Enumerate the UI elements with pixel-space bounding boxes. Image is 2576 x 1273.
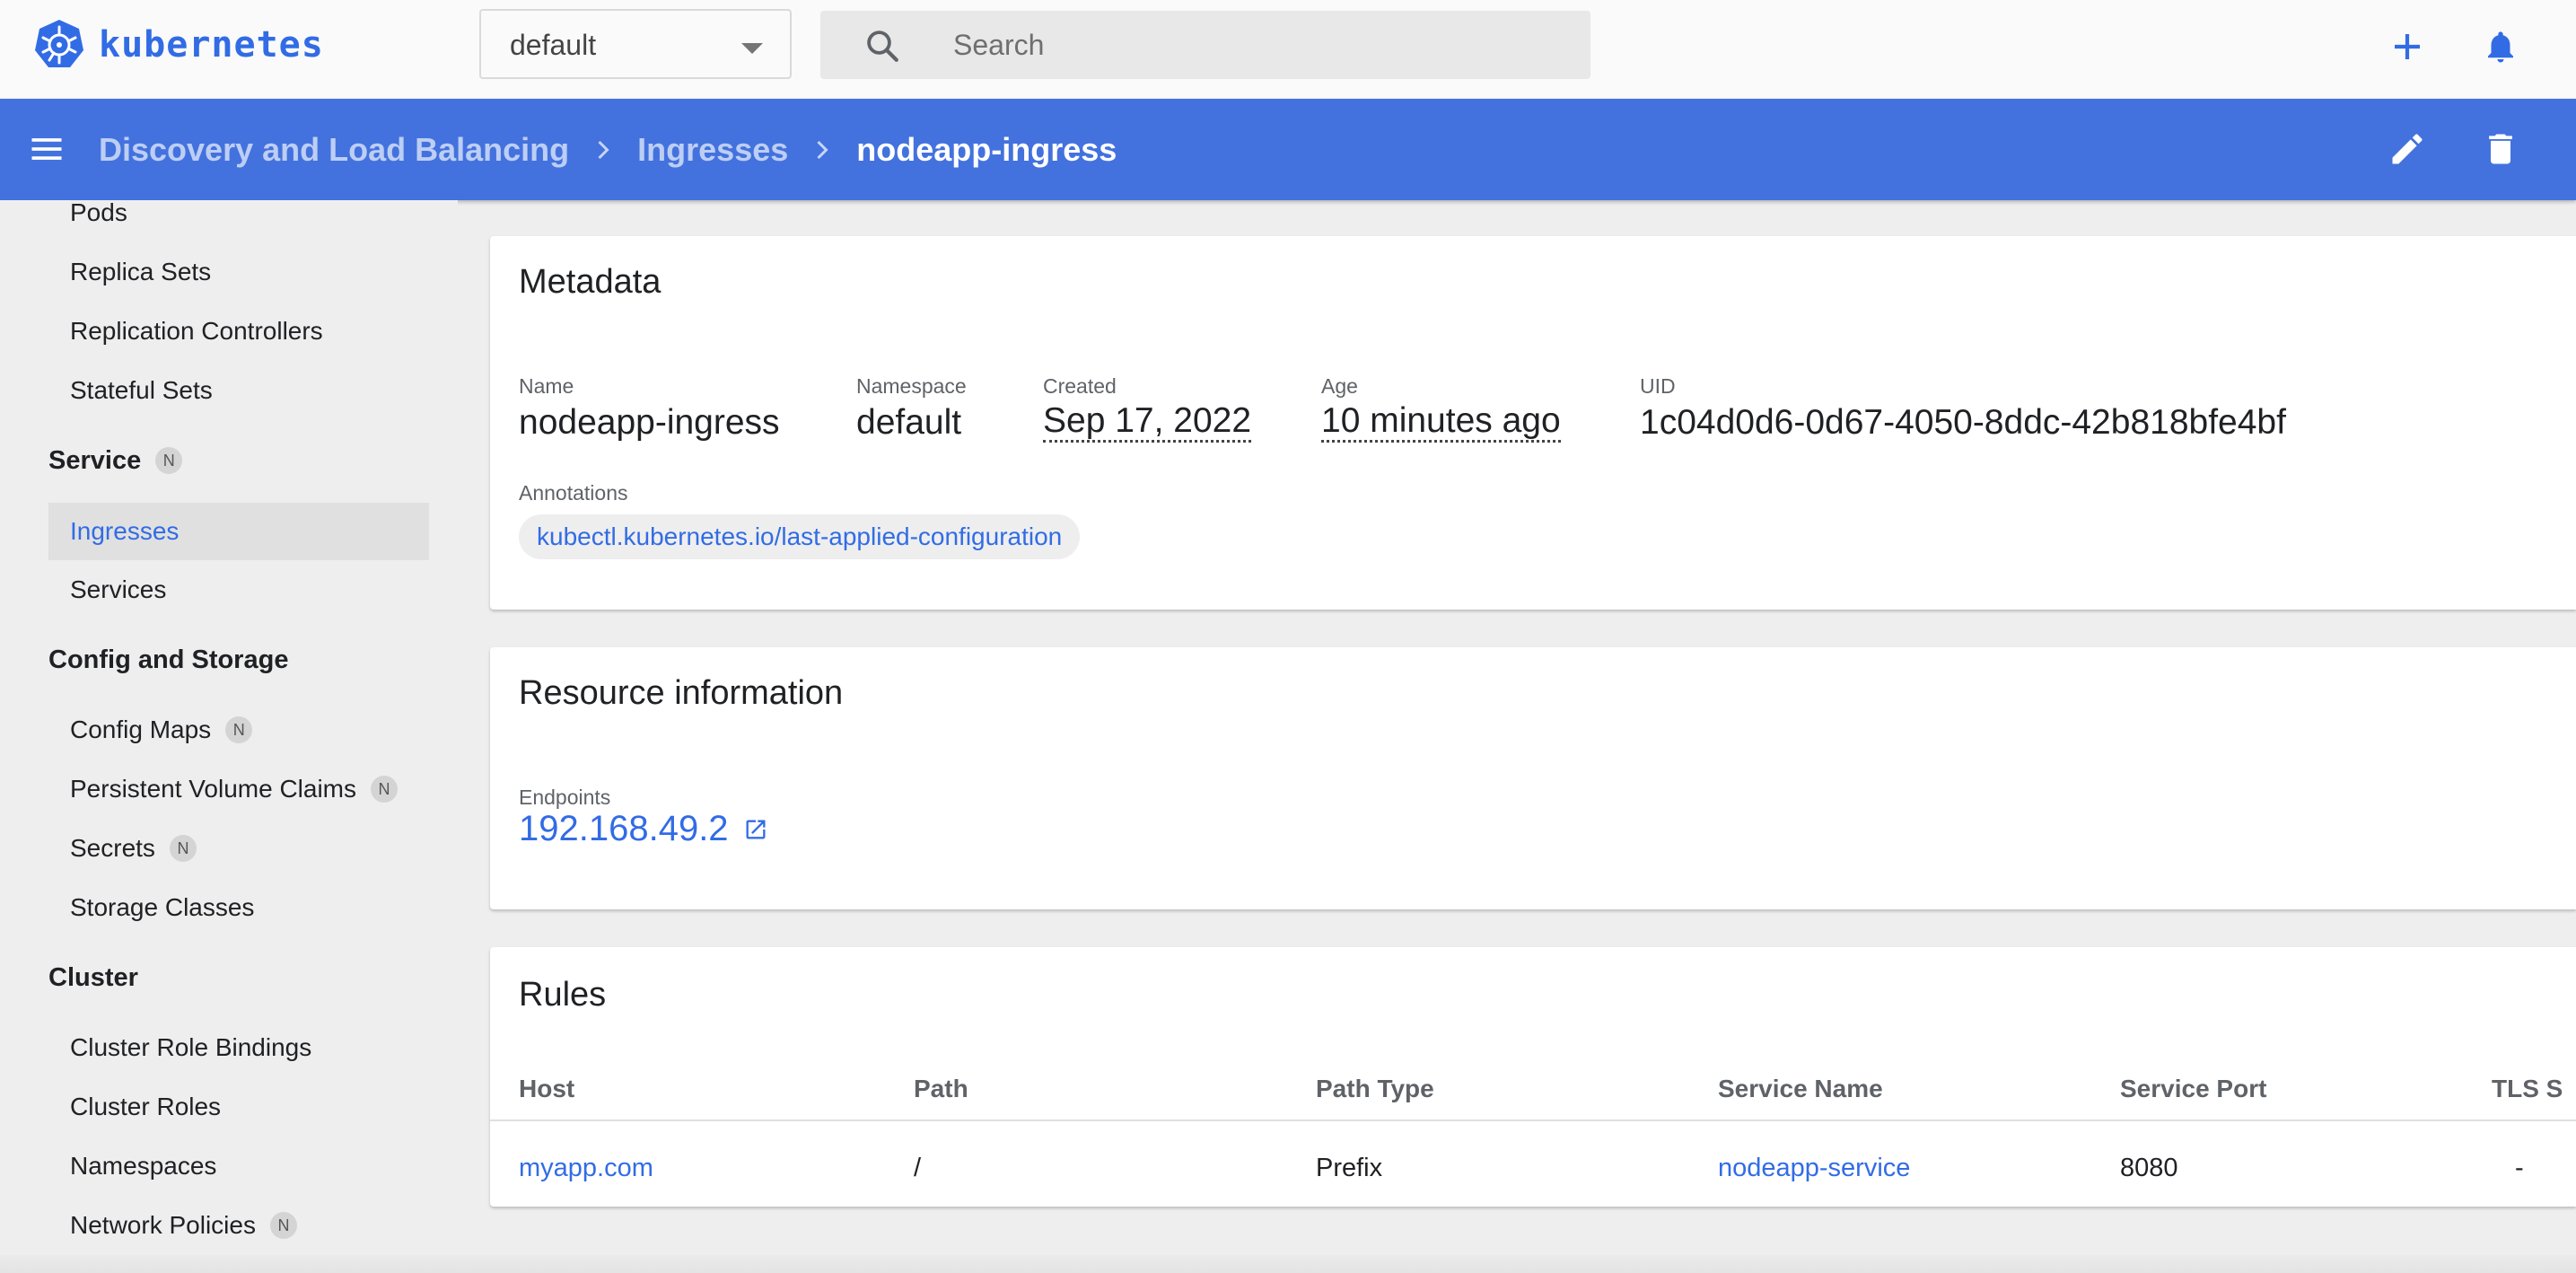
breadcrumb: Discovery and Load Balancing Ingresses n…	[99, 131, 1117, 169]
card-title: Resource information	[519, 674, 844, 712]
cell-service-name-link[interactable]: nodeapp-service	[1718, 1154, 1910, 1183]
cell-tls-secret: -	[2515, 1154, 2524, 1182]
column-header-host: Host	[519, 1075, 575, 1102]
create-button[interactable]	[2382, 22, 2432, 72]
field-label-namespace: Namespace	[856, 374, 967, 398]
breadcrumb-ingresses[interactable]: Ingresses	[637, 131, 788, 169]
breadcrumb-current: nodeapp-ingress	[856, 131, 1117, 168]
column-header-path-type: Path Type	[1316, 1075, 1434, 1102]
field-label-uid: UID	[1640, 374, 1676, 398]
sidebar-section-config-storage[interactable]: Config and Storage	[48, 642, 288, 678]
column-header-service-port: Service Port	[2120, 1075, 2267, 1102]
annotation-chip[interactable]: kubectl.kubernetes.io/last-applied-confi…	[519, 514, 1081, 559]
cell-service-port: 8080	[2120, 1154, 2178, 1182]
field-label-name: Name	[519, 374, 574, 398]
bottom-edge	[0, 1255, 2576, 1273]
sidebar-item-label: Secrets	[70, 834, 155, 862]
card-title: Rules	[519, 976, 607, 1014]
delete-button[interactable]	[2477, 126, 2524, 172]
sidebar-item-label: Config Maps	[70, 716, 212, 743]
namespaced-badge: N	[225, 716, 253, 743]
breadcrumb-discovery[interactable]: Discovery and Load Balancing	[99, 131, 569, 169]
cell-path-type: Prefix	[1316, 1154, 1383, 1182]
chevron-right-icon	[598, 140, 609, 160]
edit-button[interactable]	[2384, 126, 2431, 172]
sidebar-item-cluster-role-bindings[interactable]: Cluster Role Bindings	[70, 1030, 311, 1066]
sidebar-item-replica-sets[interactable]: Replica Sets	[70, 254, 211, 290]
kubernetes-logo[interactable]: kubernetes	[32, 18, 324, 72]
sidebar-item-pods[interactable]: Pods	[70, 200, 127, 231]
field-value-namespace: default	[856, 403, 962, 442]
open-in-new-icon	[746, 820, 766, 838]
field-label-annotations: Annotations	[519, 481, 628, 505]
plus-icon	[2395, 34, 2420, 59]
namespaced-badge: N	[155, 447, 183, 474]
sidebar-item-storage-classes[interactable]: Storage Classes	[70, 890, 254, 926]
sidebar-item-secrets[interactable]: Secrets N	[70, 830, 197, 866]
sidebar-section-label: Service	[48, 445, 142, 475]
search-input[interactable]	[953, 20, 1564, 70]
cell-path: /	[914, 1154, 922, 1182]
notifications-button[interactable]	[2475, 22, 2526, 72]
cell-host-link[interactable]: myapp.com	[519, 1154, 653, 1183]
kubernetes-wheel-icon	[35, 20, 83, 67]
namespace-selected-value: default	[510, 29, 597, 61]
resource-information-card: Resource information Endpoints 192.168.4…	[490, 647, 2576, 909]
endpoint-address: 192.168.49.2	[519, 809, 729, 848]
card-title: Metadata	[519, 263, 662, 301]
field-label-endpoints: Endpoints	[519, 786, 611, 809]
column-header-service-name: Service Name	[1718, 1075, 1883, 1102]
bell-icon	[2488, 31, 2513, 63]
page-header: Discovery and Load Balancing Ingresses n…	[0, 99, 2576, 200]
sidebar-item-cluster-roles[interactable]: Cluster Roles	[70, 1089, 221, 1125]
sidebar-item-ingresses[interactable]: Ingresses	[48, 503, 429, 560]
sidebar-section-service[interactable]: Service N	[48, 443, 183, 478]
logo-text: kubernetes	[99, 24, 324, 66]
field-value-age: 10 minutes ago	[1321, 402, 1561, 443]
dropdown-caret-icon	[741, 43, 763, 54]
field-value-name: nodeapp-ingress	[519, 403, 780, 442]
field-value-created: Sep 17, 2022	[1043, 402, 1252, 443]
pencil-icon	[2392, 134, 2423, 164]
column-header-path: Path	[914, 1075, 968, 1102]
sidebar-section-cluster[interactable]: Cluster	[48, 960, 138, 996]
table-divider	[490, 1119, 2576, 1121]
endpoint-link[interactable]: 192.168.49.2	[519, 809, 768, 849]
field-value-uid: 1c04d0d6-0d67-4050-8ddc-42b818bfe4bf	[1640, 403, 2286, 442]
sidebar-item-namespaces[interactable]: Namespaces	[70, 1148, 216, 1184]
search-icon	[867, 31, 898, 62]
namespaced-badge: N	[371, 776, 399, 803]
sidebar-item-replication-controllers[interactable]: Replication Controllers	[70, 313, 323, 349]
rules-card: Rules Host Path Path Type Service Name S…	[490, 947, 2576, 1207]
top-bar: kubernetes default	[0, 0, 2576, 99]
column-header-tls-secret: TLS S	[2492, 1075, 2563, 1102]
sidebar-item-stateful-sets[interactable]: Stateful Sets	[70, 373, 213, 408]
search-bar[interactable]	[820, 11, 1590, 79]
namespaced-badge: N	[269, 1212, 297, 1239]
sidebar-item-label: Persistent Volume Claims	[70, 775, 357, 803]
chevron-right-icon	[817, 140, 828, 160]
namespace-selector[interactable]: default	[479, 9, 792, 79]
field-label-created: Created	[1043, 374, 1117, 398]
metadata-card: Metadata Name nodeapp-ingress Namespace …	[490, 236, 2576, 610]
field-label-age: Age	[1321, 374, 1358, 398]
sidebar-item-services[interactable]: Services	[70, 572, 166, 608]
sidebar-nav: Pods Replica Sets Replication Controller…	[0, 200, 458, 1273]
sidebar-item-label: Network Policies	[70, 1211, 256, 1239]
trash-icon	[2489, 134, 2512, 164]
sidebar-item-network-policies[interactable]: Network Policies N	[70, 1207, 297, 1243]
sidebar-item-config-maps[interactable]: Config Maps N	[70, 712, 253, 748]
menu-icon[interactable]	[27, 129, 66, 169]
sidebar-item-label: Ingresses	[70, 517, 180, 545]
namespaced-badge: N	[169, 835, 197, 862]
sidebar-item-persistent-volume-claims[interactable]: Persistent Volume Claims N	[70, 771, 399, 807]
